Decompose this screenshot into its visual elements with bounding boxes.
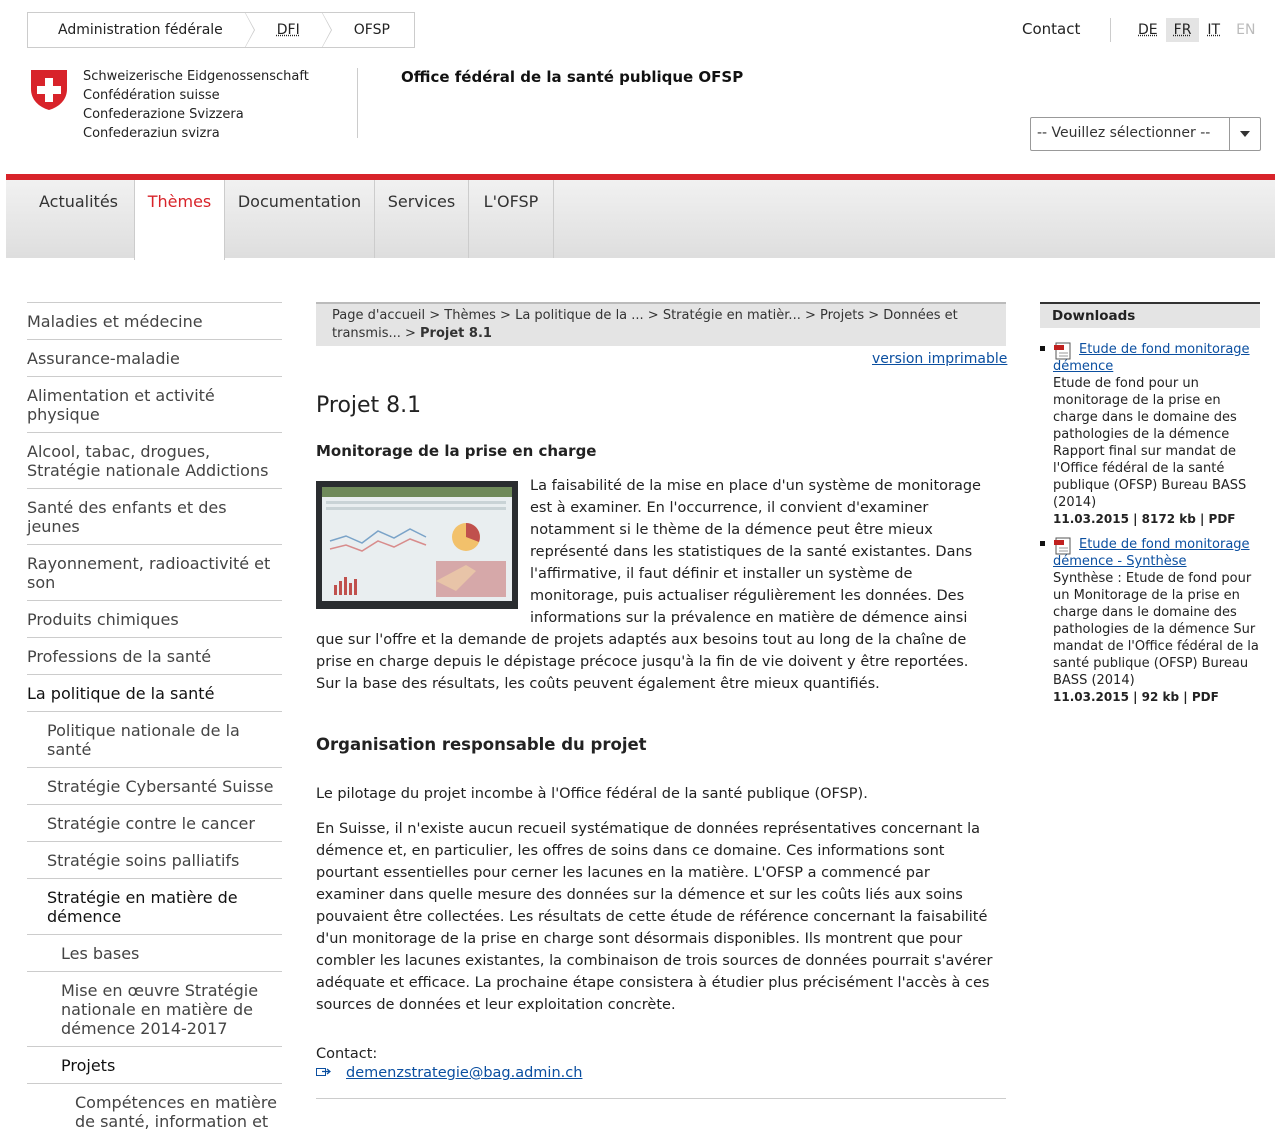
- sidebar-item[interactable]: Alcool, tabac, drogues, Stratégie nation…: [27, 432, 282, 488]
- download-link[interactable]: Etude de fond monitorage démence: [1053, 342, 1250, 374]
- sidebar-item-current[interactable]: La politique de la santé: [27, 674, 282, 711]
- download-item: Etude de fond monitorage démence - Synth…: [1040, 536, 1260, 706]
- paragraph: Le pilotage du projet incombe à l'Office…: [316, 786, 868, 802]
- contact-link[interactable]: Contact: [1022, 20, 1080, 38]
- download-item: Etude de fond monitorage démence Etude d…: [1040, 341, 1260, 528]
- language-switcher: DE FR IT EN: [1130, 18, 1263, 42]
- lang-de[interactable]: DE: [1130, 18, 1166, 42]
- crumb-ofsp[interactable]: OFSP: [324, 13, 414, 47]
- pdf-icon: [1054, 342, 1071, 360]
- chevron-down-icon[interactable]: [1229, 118, 1260, 150]
- contact-label: Contact:: [316, 1046, 378, 1062]
- download-link[interactable]: Etude de fond monitorage démence - Synth…: [1053, 537, 1250, 569]
- contact-email-link[interactable]: demenzstrategie@bag.admin.ch: [346, 1065, 582, 1081]
- name-fr: Confédération suisse: [83, 88, 220, 103]
- sidebar-item[interactable]: Maladies et médecine: [27, 302, 282, 339]
- name-it: Confederazione Svizzera: [83, 107, 244, 122]
- name-de: Schweizerische Eidgenossenschaft: [83, 69, 309, 84]
- sidebar-subitem[interactable]: Stratégie Cybersanté Suisse: [27, 767, 282, 804]
- project-description: La faisabilité de la mise en place d'un …: [316, 475, 984, 695]
- downloads-heading: Downloads: [1040, 302, 1260, 328]
- divider: [1110, 18, 1111, 42]
- sidebar-subitem[interactable]: Stratégie contre le cancer: [27, 804, 282, 841]
- section-heading: Organisation responsable du projet: [316, 735, 647, 754]
- download-meta: 11.03.2015 | 92 kb | PDF: [1053, 690, 1219, 704]
- paragraph: En Suisse, il n'existe aucun recueil sys…: [316, 821, 993, 1013]
- content-breadcrumb: Page d'accueil > Thèmes > La politique d…: [316, 302, 1006, 346]
- swiss-coat-of-arms-icon[interactable]: [29, 69, 69, 111]
- name-rm: Confederaziun svizra: [83, 126, 220, 141]
- external-mail-icon: [316, 1068, 331, 1076]
- page-subtitle: Monitorage de la prise en charge: [316, 442, 597, 460]
- select-value: -- Veuillez sélectionner --: [1037, 125, 1211, 141]
- nav-services[interactable]: Services: [375, 180, 469, 258]
- nav-ofsp[interactable]: L'OFSP: [469, 180, 554, 258]
- lang-fr[interactable]: FR: [1165, 18, 1200, 42]
- office-title: Office fédéral de la santé publique OFSP: [401, 68, 744, 86]
- nav-themes[interactable]: Thèmes: [134, 180, 225, 260]
- lang-it[interactable]: IT: [1199, 18, 1228, 42]
- page-title: Projet 8.1: [316, 393, 422, 418]
- sidebar-item[interactable]: Professions de la santé: [27, 637, 282, 674]
- pdf-icon: [1054, 537, 1071, 555]
- crumb-administration[interactable]: Administration fédérale: [28, 12, 255, 48]
- main-navigation: Actualités Thèmes Documentation Services…: [6, 174, 1275, 260]
- sidebar-subitem-current[interactable]: Stratégie en matière de démence: [27, 878, 282, 934]
- image-spacer: [316, 475, 530, 620]
- sidebar-navigation: Maladies et médecine Assurance-maladie A…: [27, 302, 282, 1139]
- sidebar-item[interactable]: Rayonnement, radioactivité et son: [27, 544, 282, 600]
- sidebar-item[interactable]: Assurance-maladie: [27, 339, 282, 376]
- sidebar-item[interactable]: Alimentation et activité physique: [27, 376, 282, 432]
- federal-breadcrumb: Administration fédérale DFI OFSP: [27, 12, 415, 48]
- print-version-link[interactable]: version imprimable: [872, 351, 1007, 367]
- download-description: Synthèse : Etude de fond pour un Monitor…: [1053, 571, 1259, 688]
- sidebar-subsubitem-current[interactable]: Projets: [27, 1046, 282, 1083]
- breadcrumb-current: Projet 8.1: [420, 326, 492, 341]
- sidebar-item[interactable]: Produits chimiques: [27, 600, 282, 637]
- nav-documentation[interactable]: Documentation: [225, 180, 375, 258]
- download-description: Etude de fond pour un monitorage de la p…: [1053, 376, 1247, 510]
- federation-names[interactable]: Schweizerische Eidgenossenschaft Confédé…: [83, 67, 309, 143]
- divider: [357, 68, 358, 138]
- sidebar-subsubitem[interactable]: Mise en œuvre Stratégie nationale en mat…: [27, 971, 282, 1046]
- nav-actualites[interactable]: Actualités: [26, 180, 131, 258]
- download-meta: 11.03.2015 | 8172 kb | PDF: [1053, 512, 1236, 526]
- sidebar-deepitem[interactable]: Compétences en matière de santé, informa…: [27, 1083, 282, 1139]
- sidebar-subsubitem[interactable]: Les bases: [27, 934, 282, 971]
- sidebar-subitem[interactable]: Stratégie soins palliatifs: [27, 841, 282, 878]
- lang-en: EN: [1236, 22, 1256, 38]
- sidebar-subitem[interactable]: Politique nationale de la santé: [27, 711, 282, 767]
- divider: [316, 1098, 1006, 1099]
- sidebar-item[interactable]: Santé des enfants et des jeunes: [27, 488, 282, 544]
- bullet-icon: [1040, 346, 1045, 351]
- crumb-dfi[interactable]: DFI: [247, 12, 332, 48]
- site-select-dropdown[interactable]: -- Veuillez sélectionner --: [1030, 117, 1261, 151]
- bullet-icon: [1040, 541, 1045, 546]
